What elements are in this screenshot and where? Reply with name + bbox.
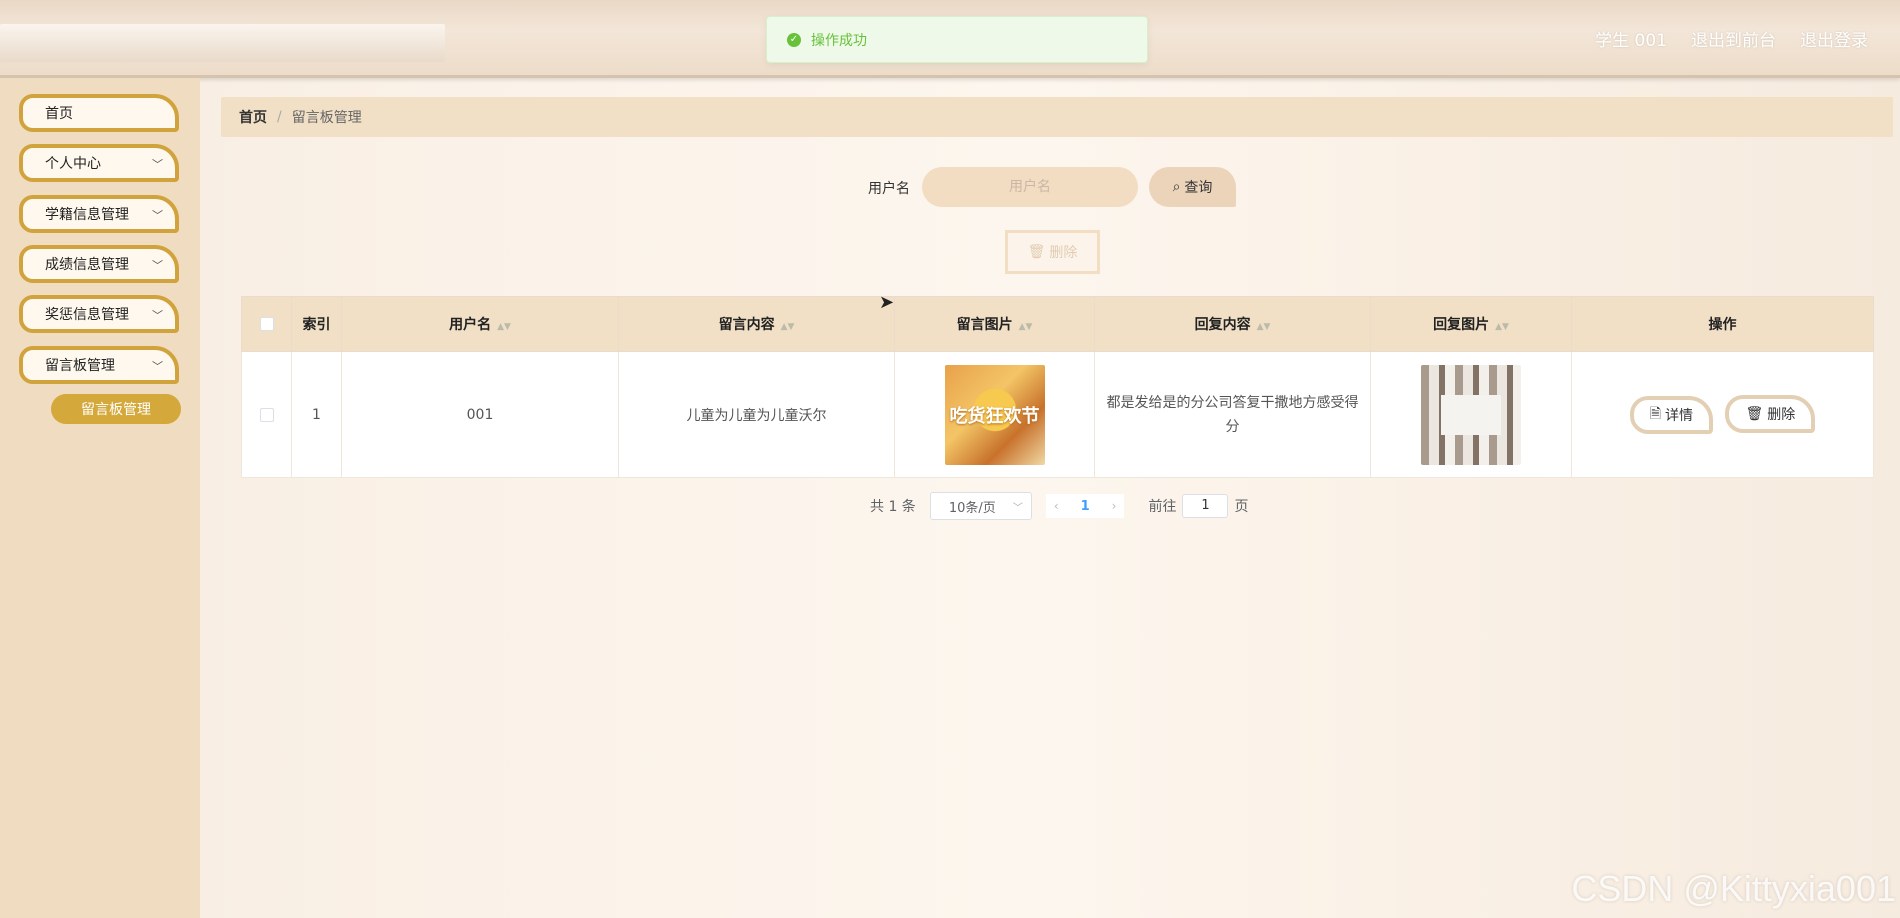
breadcrumb-separator: /	[277, 109, 282, 125]
message-table: 索引 用户名 ▲▼ 留言内容 ▲▼ 留言图片 ▲▼ 回复内容 ▲▼ 回复图片 ▲▼ 操作 …	[241, 296, 1874, 478]
header-decoration	[0, 24, 445, 62]
success-toast: ✓ 操作成功	[766, 16, 1148, 63]
column-header-reply[interactable]: 回复内容 ▲▼	[1094, 296, 1371, 352]
row-username: 001	[341, 351, 619, 478]
trash-icon: 🗑	[1745, 406, 1764, 422]
total-count: 共 1 条	[870, 499, 916, 515]
sidebar-subitem-message-board[interactable]: 留言板管理	[51, 394, 181, 424]
column-header-username[interactable]: 用户名 ▲▼	[341, 296, 619, 352]
sidebar-item-rewards[interactable]: 奖惩信息管理 ﹀	[19, 295, 179, 333]
row-image-cell: 吃货狂欢节	[894, 351, 1095, 478]
document-icon: 🗎	[1649, 406, 1662, 422]
sidebar-item-student-status[interactable]: 学籍信息管理 ﹀	[19, 195, 179, 233]
sidebar-item-label: 成绩信息管理	[45, 257, 129, 273]
chevron-down-icon: ﹀	[152, 209, 163, 222]
trash-icon: 🗑	[1027, 244, 1046, 260]
chevron-down-icon: ﹀	[152, 309, 163, 322]
breadcrumb: 首页 / 留言板管理	[221, 97, 1893, 137]
toast-message: 操作成功	[811, 32, 867, 49]
username-search-input[interactable]	[922, 167, 1138, 207]
sidebar-item-label: 首页	[45, 106, 73, 122]
row-delete-button[interactable]: 🗑 删除	[1725, 395, 1816, 433]
search-icon: ⌕	[1172, 179, 1181, 195]
sidebar-item-label: 奖惩信息管理	[45, 307, 129, 323]
message-image[interactable]: 吃货狂欢节	[944, 364, 1045, 465]
row-actions: 🗎 详情 🗑 删除	[1571, 351, 1874, 478]
select-all-header	[241, 296, 292, 352]
row-content: 儿童为儿童为儿童沃尔	[618, 351, 895, 478]
row-checkbox[interactable]	[259, 407, 274, 422]
batch-delete-label: 删除	[1049, 245, 1078, 261]
search-label: 用户名	[868, 181, 910, 197]
column-header-content[interactable]: 留言内容 ▲▼	[618, 296, 895, 352]
row-select-cell	[241, 351, 292, 478]
detail-button[interactable]: 🗎 详情	[1629, 396, 1714, 434]
sidebar-item-message-board[interactable]: 留言板管理 ﹀	[19, 346, 179, 384]
header-user-area: 学生 001 退出到前台 退出登录	[1595, 26, 1868, 51]
back-to-front-link[interactable]: 退出到前台	[1691, 26, 1776, 51]
row-index: 1	[291, 351, 342, 478]
sidebar: 首页 个人中心 ﹀ 学籍信息管理 ﹀ 成绩信息管理 ﹀ 奖惩信息管理 ﹀ 留言板…	[0, 78, 200, 918]
search-button-label: 查询	[1184, 180, 1213, 196]
table-row: 1 001 儿童为儿童为儿童沃尔 吃货狂欢节 都是发给是的分公司答复干撒地方感受…	[241, 351, 1874, 478]
reply-image[interactable]	[1421, 364, 1521, 465]
prev-page-icon[interactable]: ‹	[1054, 499, 1059, 513]
sort-icon[interactable]: ▲▼	[1019, 322, 1033, 332]
sidebar-item-label: 留言板管理	[45, 358, 115, 374]
search-button[interactable]: ⌕ 查询	[1149, 167, 1236, 207]
sort-icon[interactable]: ▲▼	[781, 322, 795, 332]
chevron-down-icon: ﹀	[152, 259, 163, 272]
sort-icon[interactable]: ▲▼	[1495, 322, 1509, 332]
sort-icon[interactable]: ▲▼	[1257, 322, 1271, 332]
sidebar-item-label: 学籍信息管理	[45, 207, 129, 223]
chevron-down-icon: ﹀	[152, 360, 163, 373]
pagination: 共 1 条 10条/页 ﹀ ‹ 1 › 前往 1 页	[870, 492, 1248, 520]
batch-delete-button[interactable]: 🗑 删除	[1005, 230, 1100, 274]
current-user: 学生 001	[1595, 31, 1667, 51]
breadcrumb-current: 留言板管理	[291, 110, 362, 126]
logout-link[interactable]: 退出登录	[1800, 26, 1868, 51]
mouse-cursor-icon: ➤	[879, 292, 895, 313]
sidebar-item-grades[interactable]: 成绩信息管理 ﹀	[19, 245, 179, 283]
column-header-index: 索引	[291, 296, 342, 352]
page-nav: ‹ 1 ›	[1045, 494, 1125, 518]
table-header-row: 索引 用户名 ▲▼ 留言内容 ▲▼ 留言图片 ▲▼ 回复内容 ▲▼ 回复图片 ▲▼ 操作	[241, 296, 1874, 352]
sidebar-item-label: 个人中心	[45, 156, 101, 172]
column-header-reply-image[interactable]: 回复图片 ▲▼	[1370, 296, 1572, 352]
sidebar-item-home[interactable]: 首页	[19, 94, 179, 132]
check-circle-icon: ✓	[787, 32, 801, 47]
goto-page: 前往 1 页	[1148, 494, 1248, 518]
chevron-down-icon: ﹀	[152, 158, 163, 171]
row-reply: 都是发给是的分公司答复干撒地方感受得分	[1094, 351, 1371, 478]
row-reply-image-cell	[1370, 351, 1572, 478]
column-header-actions: 操作	[1571, 296, 1874, 352]
select-all-checkbox[interactable]	[259, 317, 274, 331]
page-size-select[interactable]: 10条/页 ﹀	[929, 492, 1032, 520]
watermark: CSDN @Kittyxia001	[1571, 868, 1896, 909]
goto-page-input[interactable]: 1	[1182, 494, 1229, 518]
page-number[interactable]: 1	[1081, 499, 1090, 514]
next-page-icon[interactable]: ›	[1112, 499, 1117, 513]
column-header-image[interactable]: 留言图片 ▲▼	[894, 296, 1095, 352]
breadcrumb-home[interactable]: 首页	[239, 107, 267, 127]
chevron-down-icon: ﹀	[1012, 502, 1023, 514]
sidebar-item-personal-center[interactable]: 个人中心 ﹀	[19, 144, 179, 182]
sort-icon[interactable]: ▲▼	[497, 322, 511, 332]
